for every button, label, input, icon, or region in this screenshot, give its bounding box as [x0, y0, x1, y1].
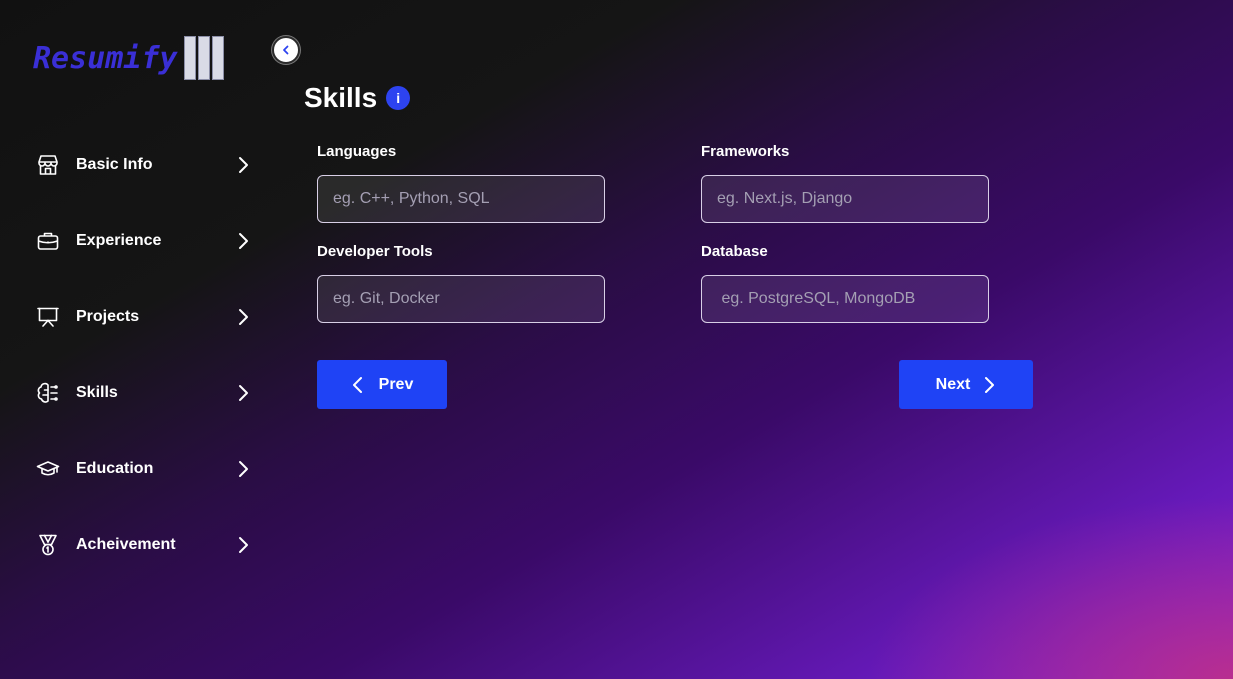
- languages-input[interactable]: [317, 175, 605, 223]
- sidebar-item-label: Experience: [76, 232, 162, 249]
- chevron-right-icon: [985, 376, 995, 393]
- store-icon: [36, 153, 60, 177]
- sidebar-item-experience[interactable]: Experience: [36, 224, 251, 258]
- sidebar-item-label: Acheivement: [76, 536, 176, 553]
- sidebar-item-label: Basic Info: [76, 156, 153, 173]
- languages-field: Languages: [317, 143, 605, 223]
- chevron-right-icon: [235, 383, 251, 403]
- briefcase-icon: [36, 229, 60, 253]
- frameworks-input[interactable]: [701, 175, 989, 223]
- sidebar-item-basic-info[interactable]: Basic Info: [36, 148, 251, 182]
- frameworks-field: Frameworks: [701, 143, 989, 223]
- developer-tools-label: Developer Tools: [317, 243, 433, 260]
- logo-text: Resumify: [33, 40, 178, 76]
- logo-bars-icon: [183, 36, 224, 80]
- chevron-right-icon: [235, 307, 251, 327]
- sidebar-item-skills[interactable]: Skills: [36, 376, 251, 410]
- sidebar-item-acheivement[interactable]: Acheivement: [36, 528, 251, 562]
- chevron-right-icon: [235, 155, 251, 175]
- frameworks-label: Frameworks: [701, 143, 790, 160]
- sidebar-item-label: Education: [76, 460, 154, 477]
- chevron-right-icon: [235, 459, 251, 479]
- info-icon[interactable]: i: [386, 86, 411, 110]
- developer-tools-field: Developer Tools: [317, 243, 605, 323]
- next-button[interactable]: Next: [899, 360, 1033, 409]
- sidebar-nav: Basic Info Experience Projects Skills Ed…: [36, 148, 251, 604]
- languages-label: Languages: [317, 143, 397, 160]
- chevron-left-icon: [352, 376, 362, 393]
- chevron-right-icon: [235, 231, 251, 251]
- sidebar-item-projects[interactable]: Projects: [36, 300, 251, 334]
- sidebar-item-label: Skills: [76, 384, 118, 401]
- page-header: Skills i: [304, 82, 411, 114]
- app-logo: Resumify: [33, 36, 224, 80]
- chevron-right-icon: [235, 535, 251, 555]
- prev-button[interactable]: Prev: [317, 360, 447, 409]
- database-input[interactable]: [701, 275, 989, 323]
- developer-tools-input[interactable]: [317, 275, 605, 323]
- brain-icon: [36, 381, 60, 405]
- sidebar-item-label: Projects: [76, 308, 140, 325]
- database-field: Database: [701, 243, 989, 323]
- chevron-left-icon: [283, 45, 289, 55]
- graduation-cap-icon: [36, 457, 60, 481]
- sidebar-item-education[interactable]: Education: [36, 452, 251, 486]
- prev-button-label: Prev: [378, 375, 414, 393]
- medal-icon: [36, 533, 60, 557]
- collapse-sidebar-button[interactable]: [272, 36, 300, 64]
- database-label: Database: [701, 243, 768, 260]
- presentation-icon: [36, 305, 60, 329]
- next-button-label: Next: [935, 375, 971, 393]
- page-title: Skills: [304, 82, 378, 113]
